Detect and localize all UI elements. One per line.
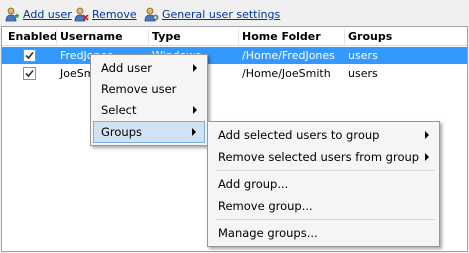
menu-item-label: Groups: [101, 125, 143, 139]
remove-label: Remove: [92, 7, 137, 21]
submenu-arrow-icon: [193, 64, 197, 72]
toolbar: Add user Remove General user settings: [0, 0, 469, 26]
menu-item-remove-group[interactable]: Remove group...: [210, 195, 437, 217]
menu-item-label: Remove selected users from group: [218, 150, 420, 164]
menu-item-label: Add group...: [218, 177, 289, 191]
menu-item-label: Add selected users to group: [218, 128, 380, 142]
menu-item-manage-groups[interactable]: Manage groups...: [210, 222, 437, 244]
menu-item-label: Add user: [101, 61, 153, 75]
cell-groups: users: [348, 49, 378, 62]
menu-item-label: Select: [101, 103, 137, 117]
menu-item-label: Remove user: [101, 82, 177, 96]
submenu-arrow-icon: [193, 106, 197, 114]
column-header-groups[interactable]: Groups: [344, 27, 464, 46]
general-user-settings-button[interactable]: General user settings: [143, 6, 280, 22]
cell-home-folder: /Home/JoeSmith: [242, 67, 331, 80]
enabled-checkbox[interactable]: [23, 67, 36, 80]
submenu-arrow-icon: [425, 131, 429, 139]
column-header-enabled[interactable]: Enabled: [4, 27, 56, 46]
menu-item-groups[interactable]: Groups: [93, 121, 205, 143]
menu-item-remove-user[interactable]: Remove user: [93, 78, 205, 100]
column-header-type[interactable]: Type: [148, 27, 238, 46]
cell-home-folder: /Home/FredJones: [242, 49, 335, 62]
checkmark-icon: [25, 69, 34, 78]
enabled-checkbox[interactable]: [23, 49, 36, 62]
add-user-icon: [5, 7, 19, 22]
user-settings-icon: [144, 7, 159, 22]
column-header-home-folder[interactable]: Home Folder: [238, 27, 344, 46]
menu-item-add-group[interactable]: Add group...: [210, 173, 437, 195]
context-menu: Add user Remove user Select Groups: [90, 54, 208, 146]
menu-separator: [216, 219, 435, 220]
menu-item-label: Remove group...: [218, 199, 313, 213]
groups-submenu: Add selected users to group Remove selec…: [207, 121, 440, 247]
add-user-button[interactable]: Add user: [4, 6, 72, 22]
remove-user-icon: [74, 7, 89, 22]
menu-item-add-user[interactable]: Add user: [93, 57, 205, 79]
add-user-label: Add user: [23, 7, 72, 21]
general-user-settings-label: General user settings: [162, 7, 281, 21]
table-row[interactable]: JoeSmith Windows /Home/JoeSmith users: [2, 65, 467, 82]
menu-item-label: Manage groups...: [218, 226, 318, 240]
menu-item-remove-selected-users-from-group[interactable]: Remove selected users from group: [210, 146, 437, 168]
menu-item-add-selected-users-to-group[interactable]: Add selected users to group: [210, 124, 437, 146]
checkmark-icon: [25, 51, 34, 60]
menu-separator: [216, 170, 435, 171]
submenu-arrow-icon: [425, 153, 429, 161]
table-header: Enabled Username Type Home Folder Groups: [2, 27, 467, 46]
submenu-arrow-icon: [192, 128, 196, 136]
cell-groups: users: [348, 67, 378, 80]
remove-button[interactable]: Remove: [73, 6, 137, 22]
column-header-username[interactable]: Username: [56, 27, 148, 46]
menu-item-select[interactable]: Select: [93, 99, 205, 121]
table-row[interactable]: FredJones Windows /Home/FredJones users: [2, 47, 467, 64]
